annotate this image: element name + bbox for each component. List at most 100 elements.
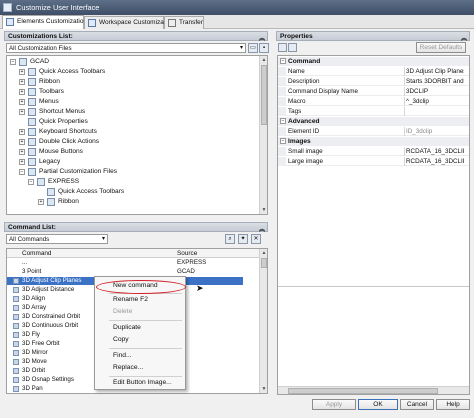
scrollbar-thumb[interactable] [261,65,267,125]
tree-item-mouse-buttons[interactable]: + Mouse Buttons [7,148,257,157]
tree-item-label: Menus [39,98,59,105]
property-value[interactable]: ^_3dclip [406,98,464,105]
property-section-command[interactable]: − Command [278,57,469,66]
expand-node-icon[interactable]: + [38,199,44,205]
collapse-node-icon[interactable]: − [10,59,16,65]
menu-item-copy[interactable]: Copy [95,335,185,345]
collapse-section-icon[interactable]: − [280,138,286,144]
delete-command-icon[interactable]: ✕ [251,234,261,244]
property-value[interactable]: RCDATA_16_3DCLIP [406,158,464,165]
property-value[interactable]: RCDATA_16_3DCLIP [406,148,464,155]
expand-node-icon[interactable]: + [19,149,25,155]
reset-defaults-button[interactable]: Reset Defaults [416,42,466,53]
scroll-down-icon[interactable]: ▼ [260,206,267,214]
tree-item-label: GCAD [30,58,50,65]
column-header-command[interactable]: Command [22,250,51,257]
property-row-command-display-name[interactable]: Command Display Name 3DCLIP [278,87,469,96]
property-row-large-image[interactable]: Large image RCDATA_16_3DCLIP [278,157,469,166]
tree-item-express[interactable]: − EXPRESS [7,178,257,187]
property-section-advanced[interactable]: − Advanced [278,117,469,126]
tree-vertical-scrollbar[interactable]: ▲ ▼ [259,56,267,214]
ribbon-icon [47,198,55,206]
tab-elements-customization[interactable]: Elements Customization [2,15,87,29]
menu-item-delete[interactable]: Delete [95,307,185,317]
command-row[interactable]: ... EXPRESS [7,259,259,267]
elements-icon [6,18,14,26]
property-row-macro[interactable]: Macro ^_3dclip [278,97,469,106]
scroll-down-icon[interactable]: ▼ [260,385,267,393]
scrollbar-thumb[interactable] [261,258,267,268]
ok-button[interactable]: OK [358,399,398,410]
collapse-section-icon[interactable]: − [280,58,286,64]
properties-toolbar: Reset Defaults [276,42,470,54]
tree-item-ribbon[interactable]: + Ribbon [7,78,257,87]
tree-item-quick-access-toolbars[interactable]: + Quick Access Toolbars [7,68,257,77]
menu-item-duplicate[interactable]: Duplicate [95,323,185,333]
command-name: 3D Adjust Clip Planes [22,277,82,284]
command-row[interactable]: 3 Point GCAD [7,268,259,276]
search-icon[interactable]: ⌕ [225,234,235,244]
tree-item-legacy[interactable]: + Legacy [7,158,257,167]
property-row-small-image[interactable]: Small image RCDATA_16_3DCLIP [278,147,469,156]
scroll-up-icon[interactable]: ▲ [260,249,267,257]
expand-node-icon[interactable]: + [19,129,25,135]
expand-node-icon[interactable]: + [19,159,25,165]
expand-node-icon[interactable]: + [19,79,25,85]
tree-item-keyboard-shortcuts[interactable]: + Keyboard Shortcuts [7,128,257,137]
tree-item-gcad[interactable]: − GCAD [7,58,257,67]
help-button[interactable]: Help [436,399,470,410]
tree-item-label: Ribbon [58,198,79,205]
categorized-icon[interactable] [278,43,287,52]
menu-item-replace[interactable]: Replace... [95,363,185,373]
collapse-node-icon[interactable]: − [28,179,34,185]
properties-horizontal-scrollbar[interactable] [278,386,469,394]
expand-node-icon[interactable]: + [19,99,25,105]
section-title: Command [288,58,321,65]
property-row-description[interactable]: Description Starts 3DORBIT and op [278,77,469,86]
tree-item-express-ribbon[interactable]: + Ribbon [7,198,257,207]
collapse-section-icon[interactable]: − [280,118,286,124]
property-value[interactable]: Starts 3DORBIT and op [406,78,464,85]
cancel-button[interactable]: Cancel [400,399,434,410]
scroll-up-icon[interactable]: ▲ [260,56,267,64]
tab-transfer[interactable]: Transfer [164,16,204,29]
property-row-tags[interactable]: Tags [278,107,469,116]
tab-workspace-customization[interactable]: Workspace Customization [84,16,174,29]
save-icon[interactable]: ▪ [259,43,269,53]
property-row-name[interactable]: Name 3D Adjust Clip Planes [278,67,469,76]
menu-item-edit-button-image[interactable]: Edit Button Image... [95,378,185,388]
property-row-element-id[interactable]: Element ID ID_3dclip [278,127,469,136]
properties-description-divider [278,286,469,287]
alphabetical-icon[interactable] [288,43,297,52]
scrollbar-thumb[interactable] [288,388,438,394]
apply-button[interactable]: Apply [312,399,356,410]
command-icon [13,305,19,311]
collapse-icon[interactable]: ︽ [259,33,265,42]
tree-item-shortcut-menus[interactable]: + Shortcut Menus [7,108,257,117]
property-value[interactable]: 3D Adjust Clip Planes [406,68,464,75]
collapse-node-icon[interactable]: − [19,169,25,175]
tree-item-partial-customization-files[interactable]: − Partial Customization Files [7,168,257,177]
expand-node-icon[interactable]: + [19,109,25,115]
open-file-icon[interactable]: ▭ [248,43,258,53]
menu-item-find[interactable]: Find... [95,351,185,361]
tree-item-quick-properties[interactable]: Quick Properties [7,118,257,127]
tree-item-express-quick-access-toolbars[interactable]: Quick Access Toolbars [7,188,257,197]
collapse-icon[interactable]: ︽ [259,224,265,233]
tree-item-menus[interactable]: + Menus [7,98,257,107]
column-header-source[interactable]: Source [177,250,197,257]
column-divider [404,157,405,166]
tree-item-toolbars[interactable]: + Toolbars [7,88,257,97]
tree-item-double-click-actions[interactable]: + Double Click Actions [7,138,257,147]
expand-node-icon[interactable]: + [19,139,25,145]
new-command-icon[interactable]: ✦ [238,234,248,244]
expand-node-icon[interactable]: + [19,69,25,75]
property-section-images[interactable]: − Images [278,137,469,146]
menu-item-rename[interactable]: Rename F2 [95,295,185,305]
collapse-icon[interactable]: ︽ [461,33,467,42]
customization-filter-select[interactable]: All Customization Files ▾ [6,43,246,53]
property-value[interactable]: 3DCLIP [406,88,464,95]
expand-node-icon[interactable]: + [19,89,25,95]
command-list-vertical-scrollbar[interactable]: ▲ ▼ [259,249,267,393]
command-filter-select[interactable]: All Commands ▾ [6,234,108,244]
